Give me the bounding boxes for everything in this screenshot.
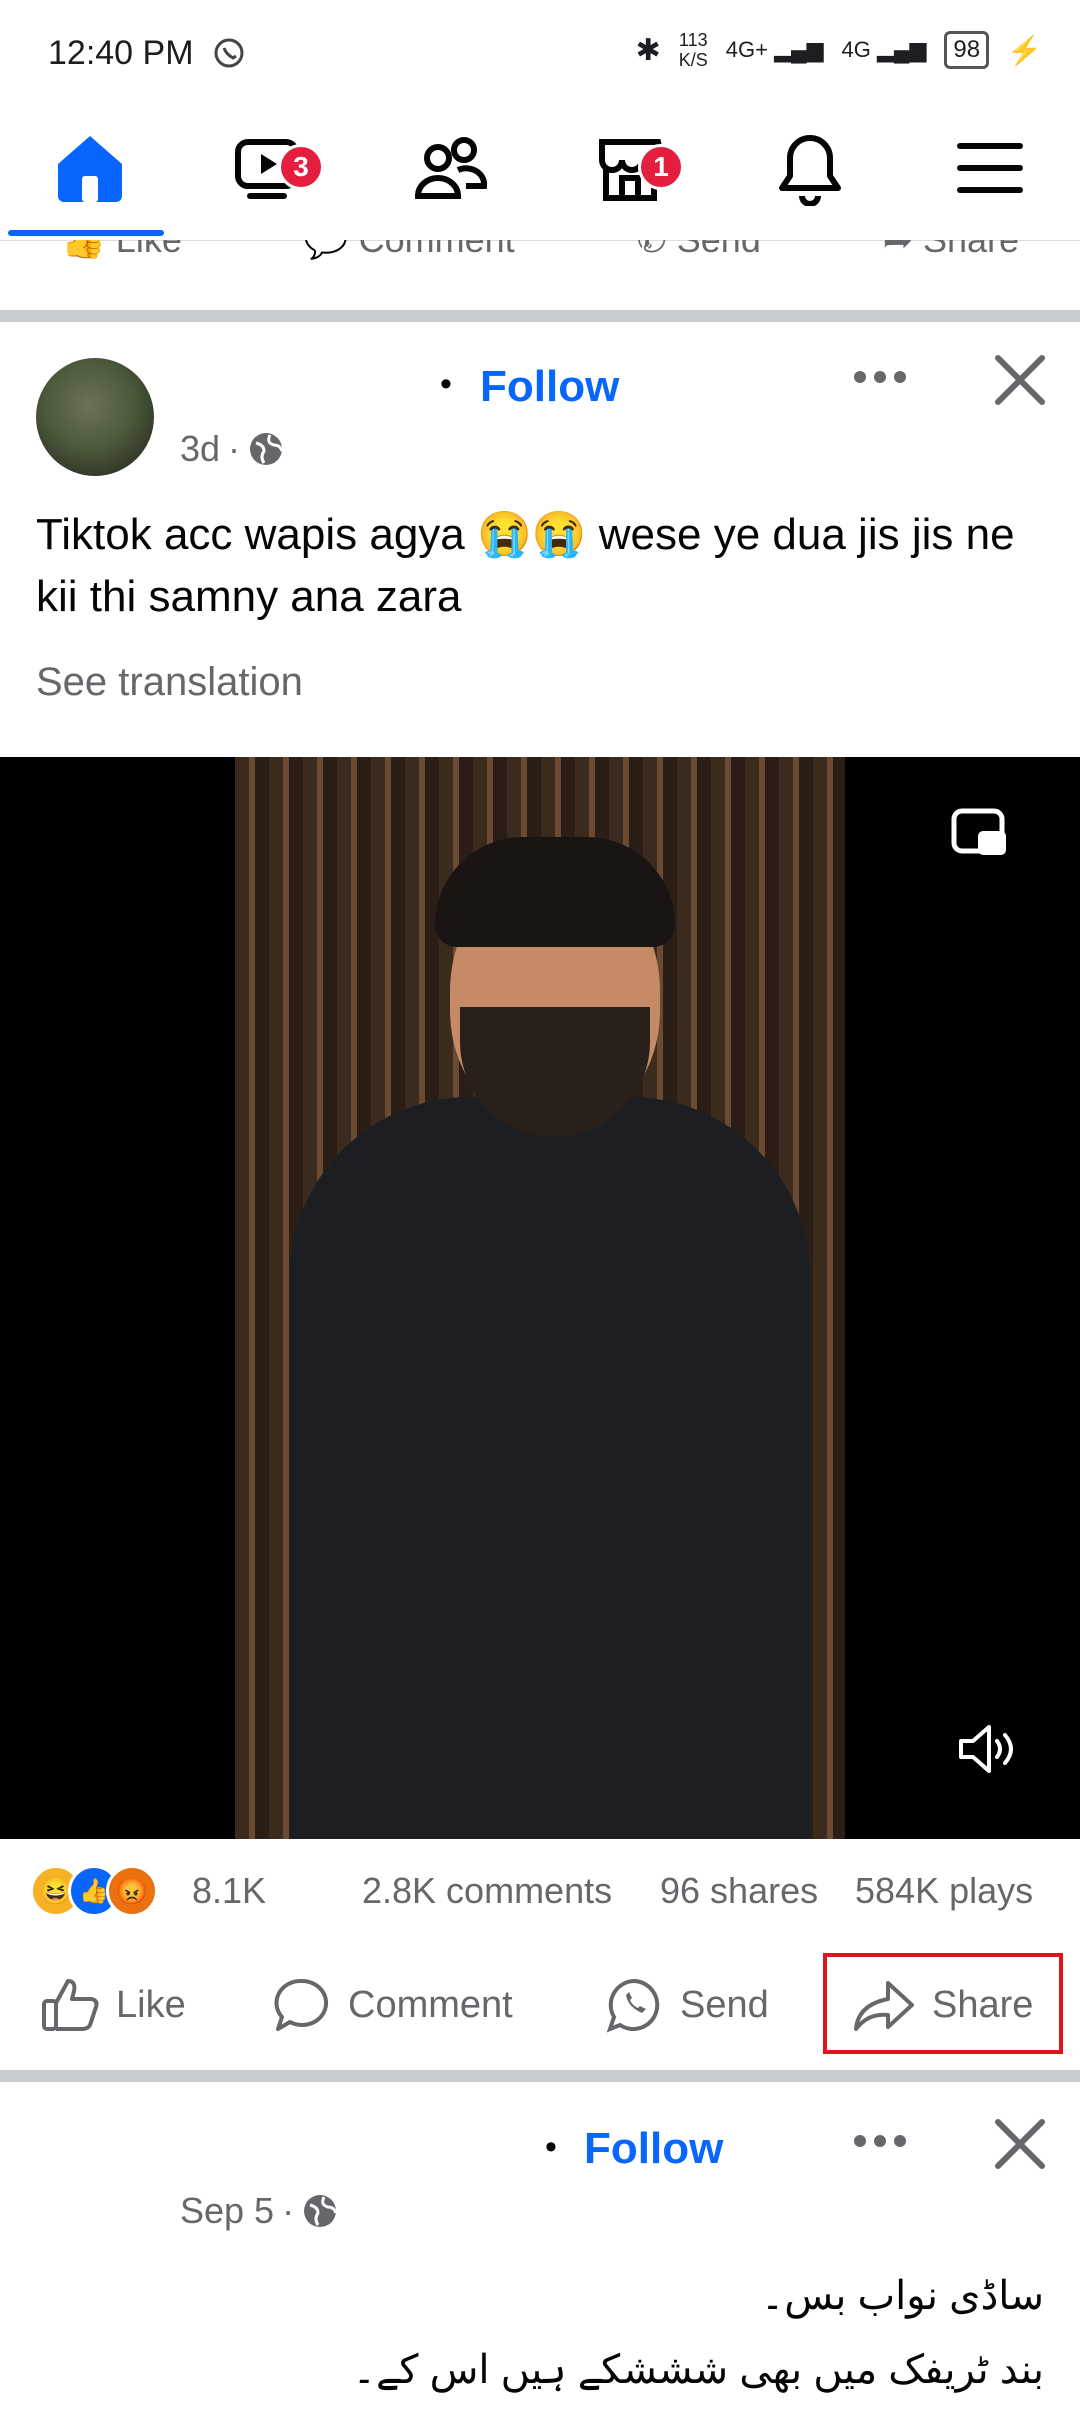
status-time: 12:40 PM [48,34,194,72]
post2-more-options[interactable] [850,2126,910,2161]
send-button[interactable]: Send [604,1955,769,2055]
previous-like-button[interactable]: 👍 Like [61,240,182,261]
post1-more-options[interactable] [850,362,910,397]
comment-icon [274,1978,329,2031]
video-frame [235,757,845,1839]
bell-icon [779,135,841,206]
nav-notifications[interactable] [750,130,870,240]
nav-video[interactable]: 3 [210,130,330,240]
previous-post-actions: 👍 Like 💬 Comment ✆ Send ➦ Share [0,240,1080,310]
post1-time: 3d [180,428,221,469]
post1-hide-button[interactable] [992,352,1048,413]
close-icon [995,355,1045,405]
nav-friends[interactable] [390,130,510,240]
video-badge: 3 [278,144,324,190]
reaction-icons[interactable]: 😆 👍 😡 [30,1865,180,1917]
share-highlight-box [823,1953,1063,2054]
home-active-indicator [8,230,164,236]
angry-reaction-icon: 😡 [106,1865,158,1917]
post2-text-line2: بند ٹریفک میں بھی شششکے ہیں اس کے۔ [352,2348,1044,2392]
post2-meta: Sep 5 · [180,2190,338,2232]
comment-button[interactable]: Comment [272,1955,513,2055]
network-speed: 113 K/S [678,30,708,70]
see-translation-link[interactable]: See translation [36,660,303,705]
marketplace-badge: 1 [638,144,684,190]
nav-marketplace[interactable]: 1 [570,130,690,240]
status-indicators: ✱ 113 K/S 4G+ ▂▄▆ 4G ▂▄▆ 98 ⚡ [636,30,1042,70]
more-icon [854,2135,906,2147]
plays-count: 584K plays [855,1870,1034,1911]
reactions-count[interactable]: 8.1K [192,1870,266,1912]
picture-in-picture-icon [951,808,1006,855]
like-button[interactable]: Like [40,1955,186,2055]
post1-avatar[interactable] [36,358,154,476]
post1-follow-button[interactable]: Follow [480,362,619,412]
post2-time: Sep 5 [180,2190,275,2231]
menu-icon [957,143,1023,193]
post-divider [0,310,1080,322]
globe-icon [250,433,284,465]
signal-4g: 4G ▂▄▆ [841,37,927,62]
video-person-body [290,1097,810,1839]
separator-dot: • [440,365,452,403]
video-person-hair [435,837,675,947]
pip-button[interactable] [950,807,1010,868]
close-icon [995,2119,1045,2169]
shares-count[interactable]: 96 shares [660,1870,818,1912]
nav-menu[interactable] [930,130,1050,240]
nav-home[interactable] [30,130,150,240]
more-icon [854,371,906,383]
post2-follow-button[interactable]: Follow [584,2124,723,2174]
post1-text: Tiktok acc wapis agya 😭😭 wese ye dua jis… [36,510,1015,621]
battery-indicator: 98 [944,31,990,69]
status-bar: 12:40 PM ✱ 113 K/S 4G+ ▂▄▆ 4G ▂▄▆ 98 ⚡ [0,0,1080,110]
globe-icon [304,2195,338,2227]
speaker-icon [959,1725,1013,1773]
home-icon [58,136,122,202]
whatsapp-send-icon [606,1978,660,2033]
previous-send-button[interactable]: ✆ Send [637,240,761,261]
charging-icon: ⚡ [1007,34,1042,66]
post1-meta: 3d · [180,428,284,470]
like-icon [42,1979,99,2031]
previous-share-button[interactable]: ➦ Share [883,240,1019,261]
post-divider [0,2070,1080,2082]
separator-dot: • [545,2128,557,2166]
post1-video[interactable] [0,757,1080,1839]
comments-count[interactable]: 2.8K comments [362,1870,612,1912]
top-navigation: 3 1 [0,110,1080,241]
mute-button[interactable] [955,1717,1019,1786]
post2-text-line1: ساڈی نواب بس۔ [760,2274,1044,2318]
friends-icon [414,137,488,199]
previous-comment-button[interactable]: 💬 Comment [304,240,515,261]
post2-hide-button[interactable] [992,2116,1048,2177]
whatsapp-icon [212,36,246,75]
signal-4g-plus: 4G+ ▂▄▆ [725,37,824,62]
bluetooth-icon: ✱ [635,33,661,67]
